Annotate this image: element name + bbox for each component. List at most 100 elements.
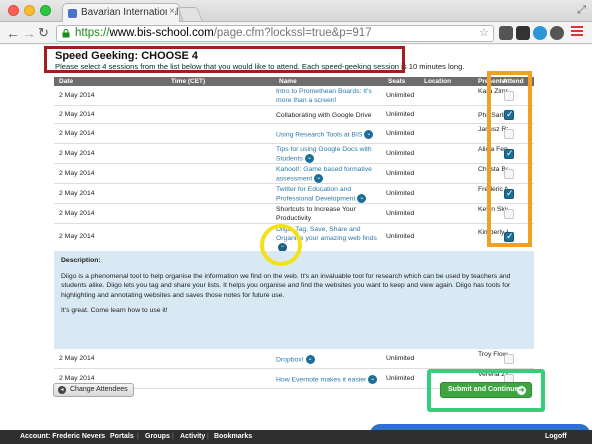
footer-groups[interactable]: Groups <box>145 433 170 440</box>
submit-button-highlight <box>427 369 545 412</box>
row-date: 2 May 2014 <box>59 210 95 217</box>
fullscreen-icon[interactable]: ⤢ <box>577 4 586 17</box>
footer-separator: | <box>100 433 102 440</box>
table-row: 2 May 2014 Tips for using Google Docs wi… <box>54 144 534 164</box>
table-row: 2 May 2014 Twitter for Education and Pro… <box>54 184 534 204</box>
expand-icon[interactable]: ⌄ <box>364 130 374 139</box>
footer-separator: | <box>137 433 139 440</box>
footer-account[interactable]: Account: Frederic Nevers <box>20 433 105 440</box>
row-date: 2 May 2014 <box>59 92 95 99</box>
session-name-cell: Tips for using Google Docs with Students… <box>276 145 386 163</box>
diigo-extension-icon[interactable] <box>533 26 547 40</box>
tab-close-icon[interactable]: × <box>167 6 175 17</box>
row-seats: Unlimited <box>386 375 415 382</box>
row-date: 2 May 2014 <box>59 130 95 137</box>
col-name: Name <box>279 78 297 85</box>
row-seats: Unlimited <box>386 170 415 177</box>
session-name-cell: Twitter for Education and Professional D… <box>276 185 386 203</box>
session-name-cell: Kahoot!: Game based formative assessment… <box>276 165 386 183</box>
layers-extension-icon[interactable] <box>516 26 530 40</box>
row-date: 2 May 2014 <box>59 190 95 197</box>
session-name-cell: Using Research Tools at BIS ⌄ <box>276 130 386 139</box>
row-seats: Unlimited <box>386 233 415 240</box>
col-date: Date <box>59 78 74 85</box>
attend-column-highlight <box>487 71 532 247</box>
url-protocol: https:// <box>75 27 110 39</box>
footer-separator: | <box>172 433 174 440</box>
table-row: 2 May 2014 Collaborating with Google Dri… <box>54 106 534 124</box>
tab-title: Bavarian International Scho <box>81 7 179 18</box>
row-seats: Unlimited <box>386 190 415 197</box>
description-closing: It's great. Come learn how to use it! <box>61 307 168 314</box>
bookmark-star-icon[interactable]: ☆ <box>479 26 489 41</box>
expand-icon[interactable]: ⌄ <box>314 174 324 183</box>
row-date: 2 May 2014 <box>59 111 95 118</box>
extension-icon[interactable] <box>499 26 513 40</box>
close-window-icon[interactable] <box>8 5 19 16</box>
change-attendees-label: Change Attendees <box>70 386 128 393</box>
table-row: 2 May 2014 Shortcuts to Increase Your Pr… <box>54 204 534 224</box>
session-name-link[interactable]: Dropbox! <box>276 356 304 363</box>
row-date: 2 May 2014 <box>59 355 95 362</box>
footer-bar: Account: Frederic Nevers | Portals | Gro… <box>0 430 592 444</box>
menu-icon[interactable] <box>571 26 583 38</box>
session-name-link[interactable]: Twitter for Education and Professional D… <box>276 186 355 202</box>
session-name-cell: How Evernote makes it easier ⌄ <box>276 375 386 384</box>
row-seats: Unlimited <box>386 355 415 362</box>
row-seats: Unlimited <box>386 130 415 137</box>
table-row: 2 May 2014 Using Research Tools at BIS ⌄ … <box>54 124 534 144</box>
url-host: www.bis-school.com <box>109 27 214 39</box>
row-date: 2 May 2014 <box>59 150 95 157</box>
favicon-icon <box>68 9 77 18</box>
browser-titlebar: Bavarian International Scho × ⤢ <box>0 0 592 22</box>
table-row: 2 May 2014 Intro to Promethean Boards: I… <box>54 86 534 106</box>
row-seats: Unlimited <box>386 92 415 99</box>
expand-icon[interactable]: ⌄ <box>304 154 314 163</box>
row-date: 2 May 2014 <box>59 233 95 240</box>
table-row: 2 May 2014 Dropbox!⌄ Unlimited Troy Flow… <box>54 349 534 369</box>
new-tab-button[interactable] <box>177 7 203 21</box>
browser-tab[interactable]: Bavarian International Scho × <box>62 3 180 22</box>
address-bar[interactable]: https://www.bis-school.com/page.cfm?lock… <box>56 25 494 42</box>
row-date: 2 May 2014 <box>59 375 95 382</box>
attend-checkbox[interactable] <box>504 354 514 364</box>
expand-icon[interactable]: ⌄ <box>305 355 315 364</box>
row-date: 2 May 2014 <box>59 170 95 177</box>
url-path: /page.cfm?lockssl=true&p=917 <box>213 27 372 39</box>
footer-logoff[interactable]: Logoff <box>545 433 567 440</box>
footer-bookmarks[interactable]: Bookmarks <box>214 433 252 440</box>
table-row: 2 May 2014 Kahoot!: Game based formative… <box>54 164 534 184</box>
footer-activity[interactable]: Activity <box>180 433 205 440</box>
expand-icon[interactable]: ⌄ <box>357 194 367 203</box>
session-name: Collaborating with Google Drive <box>276 112 372 119</box>
circle-extension-icon[interactable] <box>550 26 564 40</box>
row-seats: Unlimited <box>386 150 415 157</box>
minimize-window-icon[interactable] <box>24 5 35 16</box>
back-button[interactable]: ← <box>6 24 20 42</box>
reload-button[interactable]: ↻ <box>38 24 49 42</box>
session-name-link[interactable]: How Evernote makes it easier <box>276 376 366 383</box>
back-arrow-icon: ◂ <box>58 386 66 394</box>
session-name-link[interactable]: Tips for using Google Docs with Students <box>276 146 372 162</box>
session-description: Description: Diigo is a phenomenal tool … <box>54 251 534 349</box>
session-name-cell: Dropbox! ⌄ <box>276 355 386 364</box>
collapse-button-highlight <box>260 224 302 266</box>
row-seats: Unlimited <box>386 210 415 217</box>
session-name-link[interactable]: Intro to Promethean Boards: It's more th… <box>276 87 386 105</box>
description-body: Diigo is a phenomenal tool to help organ… <box>61 272 511 299</box>
heading-highlight <box>44 46 405 73</box>
browser-toolbar: ← → ↻ https://www.bis-school.com/page.cf… <box>0 22 592 44</box>
col-location: Location <box>424 78 452 85</box>
change-attendees-button[interactable]: ◂ Change Attendees <box>53 383 134 397</box>
session-name-link[interactable]: Kahoot!: Game based formative assessment <box>276 166 372 182</box>
col-seats: Seats <box>388 78 406 85</box>
row-seats: Unlimited <box>386 111 415 118</box>
forward-button[interactable]: → <box>22 24 36 42</box>
col-time: Time (CET) <box>171 78 206 85</box>
lock-icon <box>62 29 70 38</box>
footer-separator: | <box>207 433 209 440</box>
footer-portals[interactable]: Portals <box>110 433 134 440</box>
session-name-link[interactable]: Using Research Tools at BIS <box>276 131 362 138</box>
zoom-window-icon[interactable] <box>40 5 51 16</box>
expand-icon[interactable]: ⌄ <box>368 375 378 384</box>
